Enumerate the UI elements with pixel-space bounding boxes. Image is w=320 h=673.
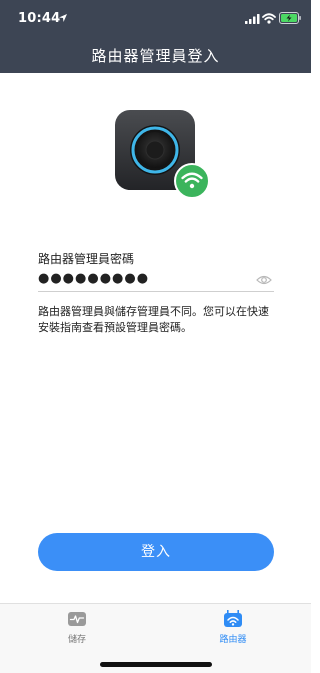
- location-arrow-icon: [59, 14, 67, 22]
- tab-storage[interactable]: 儲存: [37, 610, 117, 645]
- password-label: 路由器管理員密碼: [38, 252, 135, 266]
- login-button[interactable]: 登入: [38, 533, 274, 571]
- page-title: 路由器管理員登入: [91, 47, 220, 65]
- password-field[interactable]: ●●●●●●●●●: [38, 270, 274, 292]
- password-value[interactable]: ●●●●●●●●●: [38, 271, 149, 286]
- password-hint-text: 路由器管理員與儲存管理員不同。您可以在快速安裝指南查看預設管理員密碼。: [38, 305, 269, 334]
- status-bar: 10:44: [0, 0, 311, 36]
- battery-charging-icon: [279, 12, 301, 24]
- status-time: 10:44: [18, 11, 61, 26]
- storage-activity-icon: [68, 612, 86, 626]
- tab-router-label: 路由器: [219, 635, 247, 645]
- wifi-icon: [262, 13, 276, 24]
- router-tab-icon: [224, 610, 242, 627]
- router-device-icon: [115, 110, 210, 199]
- cellular-signal-icon: [245, 14, 260, 24]
- home-indicator: [100, 662, 212, 667]
- tab-router[interactable]: 路由器: [193, 610, 273, 645]
- tab-bar: 儲存 路由器: [0, 603, 311, 673]
- wifi-badge-icon: [174, 163, 210, 199]
- tab-storage-label: 儲存: [67, 635, 86, 645]
- app-header: 10:44 路由器管理員登入: [0, 0, 311, 73]
- eye-icon[interactable]: [256, 274, 272, 286]
